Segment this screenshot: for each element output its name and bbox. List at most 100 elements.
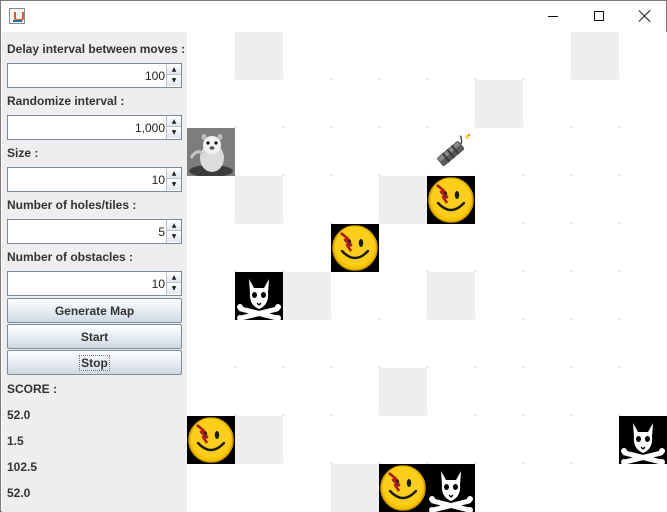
grid-dot xyxy=(522,463,524,464)
grid-dot xyxy=(618,367,620,368)
grid-dot xyxy=(522,319,524,320)
grid-dot xyxy=(570,367,572,368)
spin-down-icon[interactable]: ▼ xyxy=(167,127,181,138)
grid-dot xyxy=(378,319,380,320)
spin-up-icon[interactable]: ▲ xyxy=(167,220,181,231)
grid-dot xyxy=(522,367,524,368)
title-bar[interactable] xyxy=(1,1,666,31)
spin-down-icon[interactable]: ▼ xyxy=(167,231,181,242)
delay-spin-buttons: ▲ ▼ xyxy=(166,64,181,87)
grid-dot xyxy=(522,223,524,224)
minimize-button[interactable] xyxy=(530,1,576,31)
hole-tile[interactable] xyxy=(331,464,379,512)
score-value: 102.5 xyxy=(7,460,38,474)
grid-dot xyxy=(378,79,380,80)
grid-dot xyxy=(570,223,572,224)
hole-tile[interactable] xyxy=(379,368,427,416)
grid-dot xyxy=(570,127,572,128)
grid-dot xyxy=(330,415,332,416)
spin-down-icon[interactable]: ▼ xyxy=(167,75,181,86)
hole-tile[interactable] xyxy=(475,80,523,128)
spin-down-icon[interactable]: ▼ xyxy=(167,283,181,294)
grid-dot xyxy=(378,127,380,128)
grid-dot xyxy=(474,415,476,416)
smiley-icon xyxy=(427,176,475,224)
settings-panel: Delay interval between moves : 100 ▲ ▼ R… xyxy=(2,32,187,512)
score-value: 1.5 xyxy=(7,434,24,448)
grid-dot xyxy=(618,223,620,224)
randomize-label: Randomize interval : xyxy=(7,94,125,108)
maximize-button[interactable] xyxy=(576,1,622,31)
randomize-value[interactable]: 1,000 xyxy=(135,121,165,135)
grid-dot xyxy=(234,367,236,368)
hole-tile[interactable] xyxy=(235,416,283,464)
hole-tile[interactable] xyxy=(427,272,475,320)
spin-up-icon[interactable]: ▲ xyxy=(167,168,181,179)
delay-label: Delay interval between moves : xyxy=(7,42,186,56)
stop-button[interactable]: Stop xyxy=(7,350,182,375)
size-label: Size : xyxy=(7,146,39,160)
hole-tile[interactable] xyxy=(235,176,283,224)
start-button[interactable]: Start xyxy=(7,324,182,349)
grid-dot xyxy=(474,367,476,368)
grid-dot xyxy=(282,367,284,368)
smiley-icon xyxy=(331,224,379,272)
hole-tile[interactable] xyxy=(379,176,427,224)
skull-crossbones-icon xyxy=(235,272,283,320)
grid-dot xyxy=(282,127,284,128)
close-icon xyxy=(639,10,651,22)
smiley-icon xyxy=(379,464,427,512)
skull-crossbones-icon xyxy=(619,416,667,464)
grid-dot xyxy=(330,367,332,368)
obstacles-value[interactable]: 10 xyxy=(152,277,165,291)
grid-dot xyxy=(522,175,524,176)
maximize-icon xyxy=(594,11,604,21)
holes-spinner[interactable]: 5 ▲ ▼ xyxy=(7,219,182,244)
grid-dot xyxy=(426,79,428,80)
game-board[interactable] xyxy=(187,32,667,512)
grid-dot xyxy=(570,175,572,176)
grid-dot xyxy=(570,415,572,416)
randomize-spin-buttons: ▲ ▼ xyxy=(166,116,181,139)
spin-up-icon[interactable]: ▲ xyxy=(167,64,181,75)
grid-dot xyxy=(330,127,332,128)
hole-tile[interactable] xyxy=(235,32,283,80)
spin-down-icon[interactable]: ▼ xyxy=(167,179,181,190)
holes-label: Number of holes/tiles : xyxy=(7,198,137,212)
grid-dot xyxy=(618,271,620,272)
obstacles-spinner[interactable]: 10 ▲ ▼ xyxy=(7,271,182,296)
stop-button-label: Stop xyxy=(79,354,110,371)
java-cup-icon xyxy=(9,8,25,24)
minimize-icon xyxy=(548,15,558,17)
grid-dot xyxy=(618,319,620,320)
generate-map-button[interactable]: Generate Map xyxy=(7,298,182,323)
size-spinner[interactable]: 10 ▲ ▼ xyxy=(7,167,182,192)
delay-value[interactable]: 100 xyxy=(145,69,165,83)
grid-dot xyxy=(522,415,524,416)
smiley-icon xyxy=(187,416,235,464)
hole-tile[interactable] xyxy=(283,272,331,320)
grid-dot xyxy=(522,271,524,272)
delay-spinner[interactable]: 100 ▲ ▼ xyxy=(7,63,182,88)
holes-spin-buttons: ▲ ▼ xyxy=(166,220,181,243)
score-value: 52.0 xyxy=(7,408,31,422)
grid-dot xyxy=(570,463,572,464)
close-button[interactable] xyxy=(622,1,667,31)
spin-up-icon[interactable]: ▲ xyxy=(167,116,181,127)
size-spin-buttons: ▲ ▼ xyxy=(166,168,181,191)
hole-tile[interactable] xyxy=(571,32,619,80)
score-label: SCORE : xyxy=(7,382,58,396)
grid-dot xyxy=(330,175,332,176)
holes-value[interactable]: 5 xyxy=(158,225,165,239)
grid-dot xyxy=(330,79,332,80)
gopher-icon xyxy=(187,128,235,176)
grid-dot xyxy=(618,175,620,176)
spin-up-icon[interactable]: ▲ xyxy=(167,272,181,283)
obstacles-spin-buttons: ▲ ▼ xyxy=(166,272,181,295)
grid-dot xyxy=(570,319,572,320)
score-value: 52.0 xyxy=(7,486,31,500)
dynamite-icon xyxy=(427,128,475,176)
grid-dot xyxy=(618,127,620,128)
randomize-spinner[interactable]: 1,000 ▲ ▼ xyxy=(7,115,182,140)
size-value[interactable]: 10 xyxy=(152,173,165,187)
